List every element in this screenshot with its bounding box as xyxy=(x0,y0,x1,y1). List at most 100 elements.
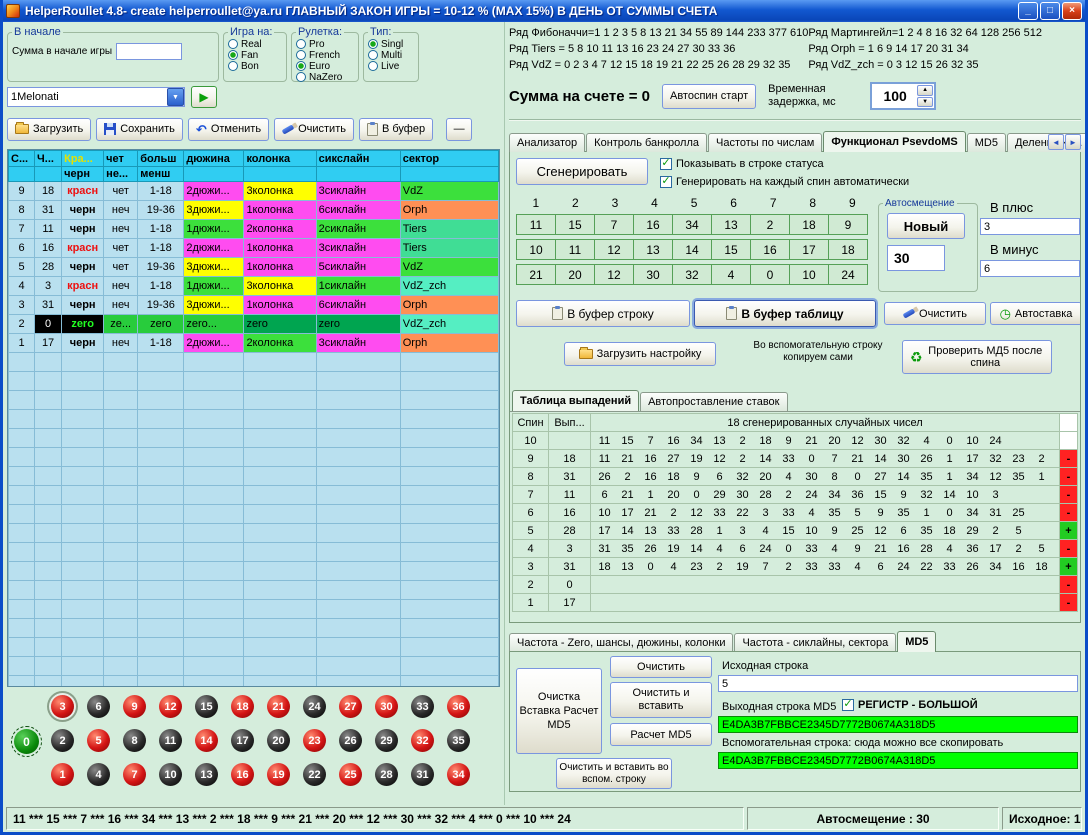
roulette-number-17[interactable]: 17 xyxy=(231,729,254,752)
roulette-number-28[interactable]: 28 xyxy=(375,763,398,786)
roulette-number-25[interactable]: 25 xyxy=(339,763,362,786)
close-button[interactable]: × xyxy=(1062,2,1082,20)
tabs-scroll-left-button[interactable]: ◄ xyxy=(1048,134,1064,150)
tabs-scroll-right-button[interactable]: ► xyxy=(1065,134,1081,150)
minus-input[interactable] xyxy=(980,260,1080,277)
roulette-number-35[interactable]: 35 xyxy=(447,729,470,752)
preset-combobox[interactable]: 1Melonati ▼ xyxy=(7,87,185,107)
md5-clear-paste-aux-button[interactable]: Очистить и вставить во вспом. строку xyxy=(556,758,672,789)
history-cell: 1колонка xyxy=(244,201,316,220)
autospin-start-button[interactable]: Автоспин старт xyxy=(662,84,756,109)
maximize-button[interactable]: □ xyxy=(1040,2,1060,20)
new-button[interactable]: Новый xyxy=(887,213,965,239)
clear-button[interactable]: Очистить xyxy=(884,302,986,325)
check-md5-button[interactable]: ♻Проверить МД5 после спина xyxy=(902,340,1052,374)
roulette-number-34[interactable]: 34 xyxy=(447,763,470,786)
sub-tab-0[interactable]: Таблица выпадений xyxy=(512,390,639,411)
autoshift-value[interactable]: 30 xyxy=(887,245,945,271)
roulette-number-5[interactable]: 5 xyxy=(87,729,110,752)
bottom-tab-0[interactable]: Частота - Zero, шансы, дюжины, колонки xyxy=(509,633,733,652)
generate-each-spin-checkbox[interactable]: ✓Генерировать на каждый спин автоматичес… xyxy=(660,176,909,188)
copy-row-button[interactable]: В буфер строку xyxy=(516,300,690,327)
roulette-number-11[interactable]: 11 xyxy=(159,729,182,752)
play-button[interactable]: ▶ xyxy=(191,86,217,108)
main-tab-4[interactable]: MD5 xyxy=(967,133,1006,152)
roulette-number-3[interactable]: 3 xyxy=(51,695,74,718)
radio-pro[interactable]: Pro xyxy=(296,39,354,49)
roulette-number-2[interactable]: 2 xyxy=(51,729,74,752)
register-uppercase-checkbox[interactable]: ✓РЕГИСТР - БОЛЬШОЙ xyxy=(842,699,978,711)
bottom-tab-2[interactable]: MD5 xyxy=(897,631,936,652)
combo-dropdown-button[interactable]: ▼ xyxy=(167,88,184,106)
generate-button[interactable]: Сгенерировать xyxy=(516,158,648,185)
md5-calc-button[interactable]: Расчет MD5 xyxy=(610,723,712,746)
autobet-button[interactable]: ◷Автоставка xyxy=(990,302,1081,325)
roulette-number-18[interactable]: 18 xyxy=(231,695,254,718)
md5-aux-field[interactable]: E4DA3B7FBBCE2345D7772B0674A318D5 xyxy=(718,752,1078,769)
roulette-number-33[interactable]: 33 xyxy=(411,695,434,718)
copy-table-button[interactable]: В буфер таблицу xyxy=(694,300,876,327)
main-tab-1[interactable]: Контроль банкролла xyxy=(586,133,707,152)
roulette-number-8[interactable]: 8 xyxy=(123,729,146,752)
roulette-number-4[interactable]: 4 xyxy=(87,763,110,786)
roulette-number-21[interactable]: 21 xyxy=(267,695,290,718)
radio-fan[interactable]: Fan xyxy=(228,50,282,60)
copy-buffer-button[interactable]: В буфер xyxy=(359,118,433,141)
roulette-number-36[interactable]: 36 xyxy=(447,695,470,718)
md5-clear-button[interactable]: Очистить xyxy=(610,656,712,678)
radio-multi[interactable]: Multi xyxy=(368,50,414,60)
roulette-number-26[interactable]: 26 xyxy=(339,729,362,752)
roulette-number-6[interactable]: 6 xyxy=(87,695,110,718)
radio-french[interactable]: French xyxy=(296,50,354,60)
minimize-button[interactable]: _ xyxy=(1018,2,1038,20)
roulette-number-15[interactable]: 15 xyxy=(195,695,218,718)
plus-input[interactable] xyxy=(980,218,1080,235)
radio-nazero[interactable]: NaZero xyxy=(296,72,354,82)
roulette-number-10[interactable]: 10 xyxy=(159,763,182,786)
roulette-number-16[interactable]: 16 xyxy=(231,763,254,786)
roulette-number-30[interactable]: 30 xyxy=(375,695,398,718)
radio-bon[interactable]: Bon xyxy=(228,61,282,71)
md5-output-field[interactable]: E4DA3B7FBBCE2345D7772B0674A318D5 xyxy=(718,716,1078,733)
sub-tab-1[interactable]: Автопроставление ставок xyxy=(640,392,787,411)
bottom-tab-1[interactable]: Частота - сиклайны, сектора xyxy=(734,633,896,652)
spinner-down-button[interactable]: ▼ xyxy=(917,97,933,108)
show-status-checkbox[interactable]: ✓Показывать в строке статуса xyxy=(660,158,824,170)
roulette-number-24[interactable]: 24 xyxy=(303,695,326,718)
roulette-number-7[interactable]: 7 xyxy=(123,763,146,786)
roulette-number-12[interactable]: 12 xyxy=(159,695,182,718)
load-settings-button[interactable]: Загрузить настройку xyxy=(564,342,716,366)
title-bar[interactable]: HelperRoullet 4.8- create helperroullet@… xyxy=(3,0,1085,22)
start-sum-input[interactable] xyxy=(116,43,182,60)
save-button[interactable]: Сохранить xyxy=(96,118,183,141)
roulette-number-22[interactable]: 22 xyxy=(303,763,326,786)
clear-history-button[interactable]: Очистить xyxy=(274,118,354,141)
roulette-number-1[interactable]: 1 xyxy=(51,763,74,786)
radio-real[interactable]: Real xyxy=(228,39,282,49)
main-tab-0[interactable]: Анализатор xyxy=(509,133,585,152)
md5-multi-button[interactable]: Очистка Вставка Расчет MD5 xyxy=(516,668,602,754)
delay-value[interactable]: 100 xyxy=(873,85,917,107)
md5-clear-paste-button[interactable]: Очистить и вставить xyxy=(610,682,712,718)
roulette-number-20[interactable]: 20 xyxy=(267,729,290,752)
main-tab-3[interactable]: Функционал PsevdoMS xyxy=(823,131,965,152)
spinner-up-button[interactable]: ▲ xyxy=(917,85,933,96)
roulette-number-29[interactable]: 29 xyxy=(375,729,398,752)
radio-singl[interactable]: Singl xyxy=(368,39,414,49)
radio-euro[interactable]: Euro xyxy=(296,61,354,71)
roulette-number-14[interactable]: 14 xyxy=(195,729,218,752)
roulette-number-13[interactable]: 13 xyxy=(195,763,218,786)
roulette-number-27[interactable]: 27 xyxy=(339,695,362,718)
roulette-zero[interactable]: 0 xyxy=(14,729,39,754)
collapse-button[interactable]: — xyxy=(446,118,472,141)
source-string-input[interactable] xyxy=(718,675,1078,692)
undo-button[interactable]: ↶Отменить xyxy=(188,118,269,141)
main-tab-2[interactable]: Частоты по числам xyxy=(708,133,822,152)
load-button[interactable]: Загрузить xyxy=(7,118,91,141)
roulette-number-23[interactable]: 23 xyxy=(303,729,326,752)
roulette-number-32[interactable]: 32 xyxy=(411,729,434,752)
roulette-number-31[interactable]: 31 xyxy=(411,763,434,786)
roulette-number-19[interactable]: 19 xyxy=(267,763,290,786)
roulette-number-9[interactable]: 9 xyxy=(123,695,146,718)
radio-live[interactable]: Live xyxy=(368,61,414,71)
